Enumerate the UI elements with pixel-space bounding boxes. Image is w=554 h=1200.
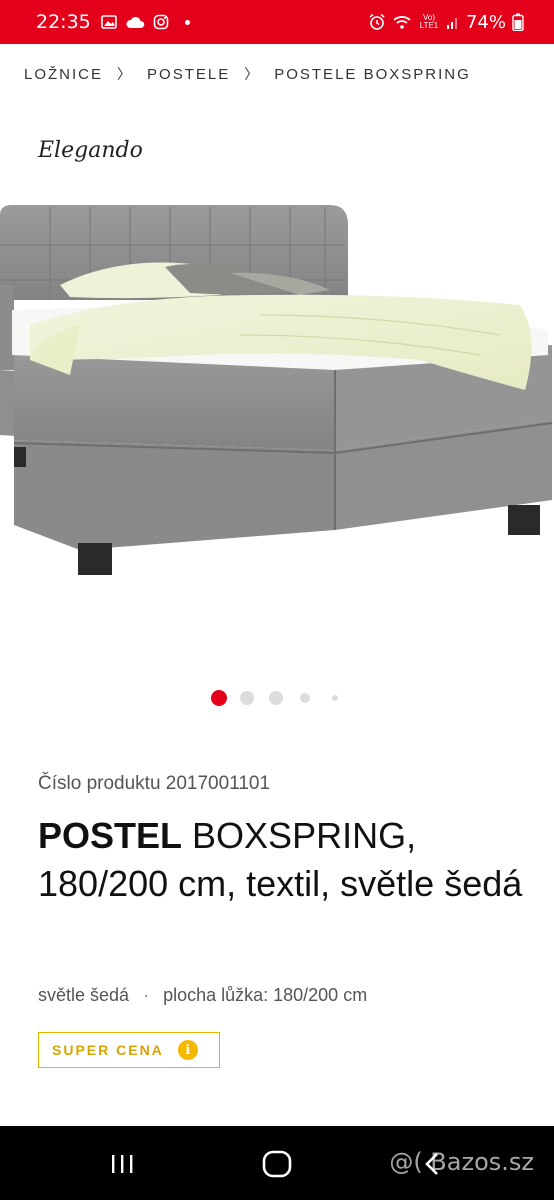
info-icon[interactable]: i <box>177 1040 198 1060</box>
breadcrumb-item-postele-boxspring[interactable]: POSTELE BOXSPRING <box>274 66 471 83</box>
product-color: světle šedá <box>38 985 130 1005</box>
battery-icon <box>512 13 524 31</box>
network-label: Vo) LTE1 <box>419 13 439 30</box>
status-bar: 22:35 Vo) LTE1 74% <box>0 0 554 44</box>
product-number: Číslo produktu 2017001101 <box>38 773 271 794</box>
carousel-dot-5[interactable] <box>332 695 338 701</box>
badge-label: SUPER CENA <box>52 1042 164 1058</box>
product-title: POSTEL BOXSPRING, 180/200 cm, textil, sv… <box>38 812 528 908</box>
breadcrumb: 〉 LOŽNICE 〉 POSTELE 〉 POSTELE BOXSPRING <box>0 44 554 104</box>
battery-percent: 74% <box>465 11 506 33</box>
meta-separator: · <box>143 985 150 1005</box>
carousel-dot-3[interactable] <box>269 691 283 705</box>
status-system-icons: Vo) LTE1 74% <box>368 12 524 33</box>
product-image[interactable] <box>0 185 554 605</box>
chevron-right-icon: 〉 <box>244 66 261 82</box>
carousel-dot-4[interactable] <box>300 693 310 703</box>
brand-logo: Elegando <box>38 138 143 163</box>
wifi-icon <box>393 16 411 29</box>
watermark: @( Bazos.sz <box>389 1148 534 1176</box>
carousel-indicator[interactable] <box>0 690 554 708</box>
signal-icon <box>446 18 457 29</box>
breadcrumb-item-loznice[interactable]: LOŽNICE <box>24 66 103 83</box>
recent-apps-button[interactable] <box>102 1148 142 1180</box>
chevron-right-icon: 〉 <box>0 64 10 84</box>
breadcrumb-item-postele[interactable]: POSTELE <box>147 66 230 83</box>
cloud-icon <box>126 16 145 28</box>
product-title-bold: POSTEL <box>38 815 183 856</box>
notification-dot-icon <box>184 19 190 25</box>
carousel-dot-1[interactable] <box>211 690 227 706</box>
super-cena-badge[interactable]: SUPER CENA i <box>38 1032 220 1068</box>
product-bed-size: plocha lůžka: 180/200 cm <box>163 985 368 1005</box>
home-icon <box>262 1150 292 1178</box>
carousel-dot-2[interactable] <box>240 691 254 705</box>
gallery-icon <box>100 15 117 29</box>
home-button[interactable] <box>257 1148 297 1180</box>
status-notification-icons <box>100 14 190 30</box>
recent-apps-icon <box>112 1155 133 1173</box>
product-meta: světle šedá · plocha lůžka: 180/200 cm <box>38 985 367 1006</box>
status-time: 22:35 <box>36 11 91 33</box>
chevron-right-icon: 〉 <box>117 66 134 82</box>
alarm-icon <box>369 13 385 30</box>
instagram-icon <box>153 14 169 30</box>
